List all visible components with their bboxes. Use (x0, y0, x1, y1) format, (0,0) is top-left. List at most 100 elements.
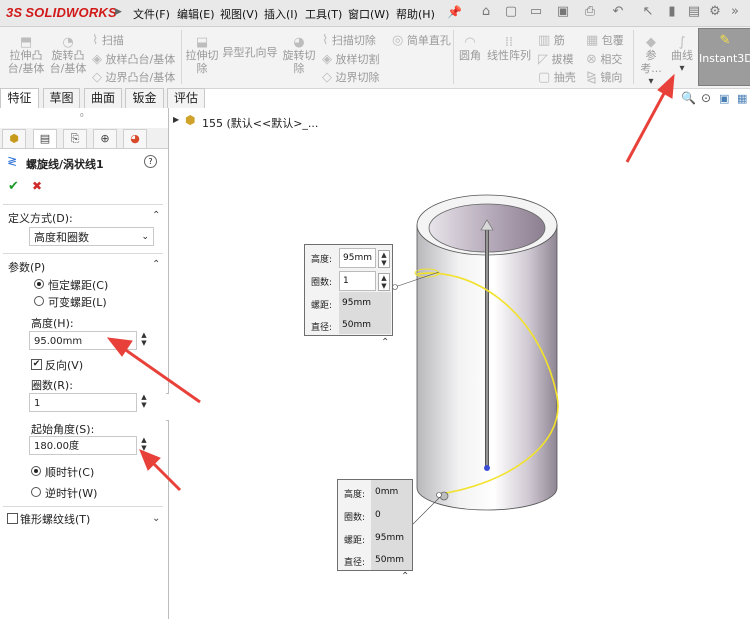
tab-features[interactable]: 特征 (0, 88, 39, 109)
rib-button[interactable]: ▥ 筋 (538, 32, 565, 48)
display-manager-tab-icon[interactable]: ◕ (123, 129, 147, 149)
hole-wizard-label: 异型孔向导 (222, 46, 278, 59)
pin-icon[interactable]: 📌 (447, 5, 462, 19)
draft-button[interactable]: ◸ 拔模 (538, 51, 574, 67)
zoom-area-icon[interactable]: ⊙ (701, 91, 711, 105)
wrap-button[interactable]: ▦ 包覆 (586, 32, 624, 48)
callout-height-field[interactable]: 95mm (339, 248, 376, 268)
solidworks-logo[interactable]: 3S SOLIDWORKS (6, 5, 117, 20)
callout-bottom-collapse-icon[interactable]: ⌃ (401, 571, 409, 582)
hole-wizard-button[interactable]: 异型孔向导 (222, 46, 278, 59)
zoom-to-fit-icon[interactable]: 🔍 (681, 91, 696, 105)
menu-help[interactable]: 帮助(H) (396, 6, 435, 22)
menu-view[interactable]: 视图(V) (220, 6, 258, 22)
revolutions-spinner[interactable]: ▲ ▼ (139, 393, 149, 409)
callout-revolutions-spinner[interactable]: ▲ ▼ (378, 273, 390, 291)
tab-sheet-metal[interactable]: 钣金 (125, 88, 164, 109)
loft-boss-button[interactable]: ◈ 放样凸台/基体 (92, 51, 175, 67)
extrude-boss-button[interactable]: ⬒ 拉伸凸 台/基体 (6, 36, 46, 75)
property-manager-tab-icon[interactable]: ▤ (33, 129, 57, 149)
loft-cut-button[interactable]: ◈ 放样切割 (322, 51, 380, 67)
logo-dropdown-icon[interactable]: ▶ (115, 7, 122, 17)
simple-hole-button[interactable]: ◎ 简单直孔 (392, 32, 451, 48)
help-icon[interactable]: ? (144, 155, 157, 168)
variable-pitch-label[interactable]: 可变螺距(L) (48, 294, 107, 310)
previous-view-icon[interactable]: ▣ (719, 92, 729, 105)
start-angle-spinner[interactable]: ▲ ▼ (139, 436, 149, 452)
sweep-cut-button[interactable]: ⌇ 扫描切除 (322, 32, 376, 48)
options-gear-icon[interactable]: ⚙ (707, 4, 723, 20)
home-icon[interactable]: ⌂ (478, 4, 494, 20)
revolutions-input[interactable]: 1 (29, 393, 137, 412)
reverse-checkbox[interactable]: ✔ (31, 359, 42, 370)
variable-pitch-radio[interactable] (34, 296, 44, 306)
model-drawing[interactable] (169, 108, 750, 619)
curves-label: 曲线 (671, 49, 693, 62)
clockwise-radio[interactable] (31, 466, 41, 476)
menu-edit[interactable]: 编辑(E) (177, 6, 215, 22)
sweep-button[interactable]: ⌇ 扫描 (92, 32, 124, 48)
counterclockwise-label[interactable]: 逆时针(W) (45, 485, 97, 501)
menu-insert[interactable]: 插入(I) (264, 6, 298, 22)
callout-revolutions-field[interactable]: 1 (339, 271, 376, 291)
reverse-label[interactable]: 反向(V) (45, 357, 83, 373)
reference-geometry-button[interactable]: ◆ 参考... ▾ (636, 36, 666, 88)
linear-pattern-button[interactable]: ⁞⁞ 线性阵列 (485, 36, 533, 62)
constant-pitch-radio[interactable] (34, 279, 44, 289)
save-icon[interactable]: ▣ (555, 4, 571, 20)
select-icon[interactable]: ↖ (640, 4, 656, 20)
callout-top-collapse-icon[interactable]: ⌃ (381, 337, 389, 348)
menu-window[interactable]: 窗口(W) (348, 6, 389, 22)
height-spinner[interactable]: ▲ ▼ (139, 331, 149, 347)
tab-sketch[interactable]: 草图 (43, 88, 80, 109)
dimension-callout-top[interactable]: 高度: 95mm ▲ ▼ 圈数: 1 ▲ ▼ 螺距: 95mm 直径: 50mm (304, 244, 393, 336)
curves-button[interactable]: ∫ 曲线 ▾ (668, 36, 696, 75)
mirror-button[interactable]: ⧎ 镜向 (586, 69, 622, 85)
menu-tools[interactable]: 工具(T) (305, 6, 342, 22)
start-angle-input[interactable]: 180.00度 (29, 436, 137, 455)
dimension-callout-bottom[interactable]: 高度: 0mm 圈数: 0 螺距: 95mm 直径: 50mm (337, 479, 413, 571)
collapse-definition-icon[interactable]: ⌃ (152, 210, 160, 221)
feature-tree-tab-icon[interactable]: ⬢ (2, 129, 26, 149)
tapered-helix-title[interactable]: 锥形螺纹线(T) (20, 511, 90, 527)
callout-height-spinner[interactable]: ▲ ▼ (378, 250, 390, 268)
new-document-icon[interactable]: ▢ (503, 4, 519, 20)
shell-icon: ▢ (538, 70, 551, 85)
overflow-icon[interactable]: » (727, 4, 743, 20)
collapse-params-icon[interactable]: ⌃ (152, 259, 160, 270)
boundary-cut-icon: ◇ (322, 70, 332, 85)
revolve-cut-button[interactable]: ◕ 旋转切 除 (281, 36, 317, 75)
boundary-cut-button[interactable]: ◇ 边界切除 (322, 69, 380, 85)
tab-surfaces[interactable]: 曲面 (84, 88, 122, 109)
cancel-x-icon[interactable]: ✖ (32, 179, 42, 193)
fillet-button[interactable]: ◠ 圆角 (456, 36, 484, 62)
height-input[interactable]: 95.00mm (29, 331, 137, 350)
counterclockwise-radio[interactable] (31, 487, 41, 497)
clockwise-label[interactable]: 顺时针(C) (45, 464, 94, 480)
params-section-title[interactable]: 参数(P) (8, 259, 45, 275)
definition-dropdown[interactable]: 高度和圈数 ⌄ (29, 227, 154, 246)
extrude-cut-button[interactable]: ⬓ 拉伸切 除 (184, 36, 220, 75)
boundary-boss-button[interactable]: ◇ 边界凸台/基体 (92, 69, 175, 85)
undo-icon[interactable]: ↶ (610, 4, 626, 20)
configuration-tab-icon[interactable]: ⎘ (63, 129, 87, 149)
menu-file[interactable]: 文件(F) (133, 6, 170, 22)
revolve-boss-button[interactable]: ◔ 旋转凸 台/基体 (48, 36, 88, 75)
tab-evaluate[interactable]: 评估 (167, 88, 205, 109)
intersect-button[interactable]: ⊗ 相交 (586, 51, 622, 67)
panel-collapse-handle[interactable]: ⁰ (80, 113, 84, 123)
file-properties-icon[interactable]: ▤ (686, 4, 702, 20)
section-view-icon[interactable]: ▦ (737, 92, 747, 105)
expand-tapered-icon[interactable]: ⌄ (152, 513, 160, 524)
dimxpert-tab-icon[interactable]: ⊕ (93, 129, 117, 149)
definition-section-title[interactable]: 定义方式(D): (8, 210, 73, 226)
instant3d-button[interactable]: ✎ Instant3D (698, 28, 750, 86)
constant-pitch-label[interactable]: 恒定螺距(C) (48, 277, 108, 293)
tapered-helix-checkbox[interactable] (7, 513, 18, 524)
divider (3, 204, 163, 205)
rebuild-icon[interactable]: ▮ (664, 4, 680, 20)
shell-button[interactable]: ▢ 抽壳 (538, 69, 576, 85)
open-icon[interactable]: ▭ (528, 4, 544, 20)
ok-check-icon[interactable]: ✔ (8, 179, 19, 194)
print-icon[interactable]: ⎙ (582, 4, 598, 20)
